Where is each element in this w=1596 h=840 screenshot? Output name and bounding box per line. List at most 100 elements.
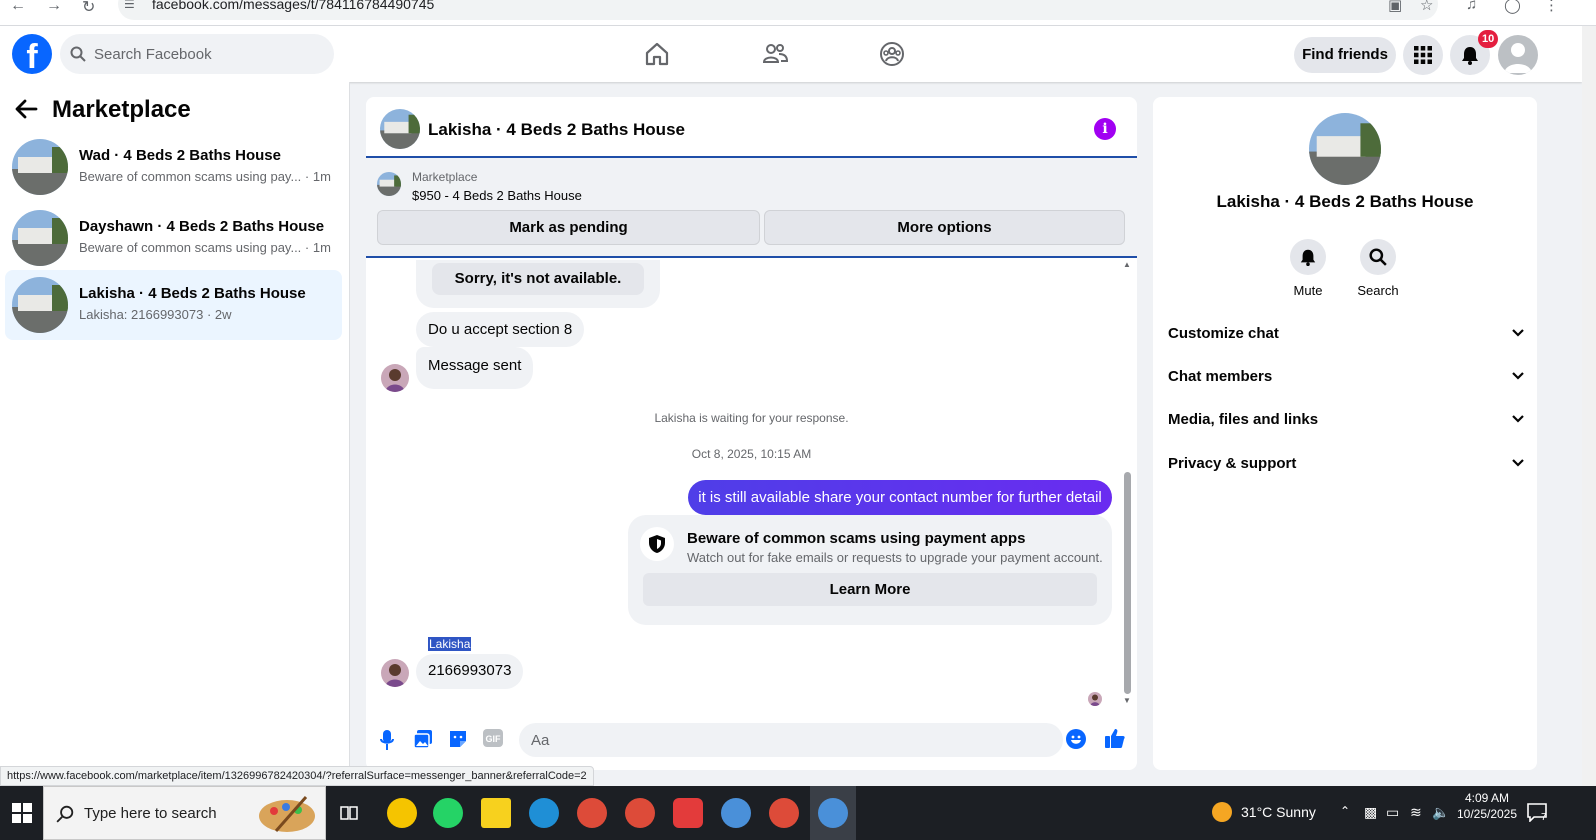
facebook-header: f Find friends 10 — [0, 26, 1582, 82]
customize-chat-row[interactable]: Customize chat — [1168, 315, 1524, 355]
shield-icon — [640, 527, 674, 561]
marketplace-sidebar: Marketplace Wad · 4 Beds 2 Baths House B… — [0, 82, 350, 786]
facebook-search[interactable] — [60, 34, 334, 74]
windows-start-icon[interactable] — [12, 803, 32, 823]
media-files-links-row[interactable]: Media, files and links — [1168, 401, 1524, 441]
thumbs-up-icon[interactable] — [1104, 727, 1126, 749]
forward-arrow-icon[interactable]: → — [46, 0, 62, 15]
chat-header: Lakisha · 4 Beds 2 Baths House i — [366, 97, 1137, 158]
media-icon[interactable]: ♫ — [1466, 0, 1477, 13]
scam-warning-card: Beware of common scams using payment app… — [628, 515, 1112, 625]
taskbar-app-whatsapp[interactable] — [433, 798, 463, 828]
incoming-message: Do u accept section 8 — [416, 312, 585, 347]
back-arrow-icon[interactable] — [14, 98, 38, 120]
sender-avatar[interactable] — [381, 659, 409, 687]
emoji-icon[interactable] — [1066, 729, 1086, 749]
message-list: Sorry, it's not available. Do u accept s… — [366, 260, 1137, 710]
taskbar-app-snapchat[interactable] — [387, 798, 417, 828]
scrollbar-thumb[interactable] — [1124, 472, 1131, 694]
device-icon[interactable]: ▩ — [1364, 804, 1377, 821]
home-icon[interactable] — [643, 40, 671, 68]
conversation-avatar[interactable] — [1309, 113, 1381, 185]
weather-sun-icon[interactable] — [1212, 802, 1232, 822]
chevron-down-icon — [1512, 459, 1524, 467]
battery-icon[interactable]: ▭ — [1386, 804, 1399, 821]
quoted-reply-text: Sorry, it's not available. — [432, 263, 644, 295]
conversation-info-panel: Lakisha · 4 Beds 2 Baths House Mute Sear… — [1153, 97, 1537, 770]
learn-more-button[interactable]: Learn More — [643, 573, 1097, 606]
scroll-up-arrow-icon[interactable]: ▲ — [1123, 260, 1131, 269]
profile-icon[interactable]: ◯ — [1504, 0, 1521, 14]
taskbar-app-chrome[interactable] — [577, 798, 607, 828]
taskbar-app-anydesk[interactable] — [673, 798, 703, 828]
menu-button[interactable] — [1403, 35, 1443, 75]
back-arrow-icon[interactable]: ← — [10, 0, 26, 15]
user-silhouette-icon — [1504, 43, 1532, 73]
bookmark-star-icon[interactable]: ☆ — [1420, 0, 1433, 14]
chat-title[interactable]: Lakisha · 4 Beds 2 Baths House — [428, 120, 685, 140]
menu-dots-icon[interactable]: ⋮ — [1544, 0, 1559, 14]
weather-text[interactable]: 31°C Sunny — [1241, 804, 1316, 820]
friends-icon[interactable] — [761, 40, 789, 68]
wifi-icon[interactable]: ≋ — [1410, 804, 1422, 821]
taskbar-app-chrome-active[interactable] — [818, 798, 848, 828]
chat-panel: Lakisha · 4 Beds 2 Baths House i Marketp… — [366, 97, 1137, 770]
reload-icon[interactable]: ↻ — [82, 0, 95, 17]
system-clock[interactable]: 4:09 AM 10/25/2025 — [1444, 790, 1530, 822]
chat-members-row[interactable]: Chat members — [1168, 358, 1524, 398]
taskbar-app-sticky-notes[interactable] — [481, 798, 511, 828]
sender-avatar[interactable] — [381, 364, 409, 392]
conversation-preview: Beware of common scams using pay... · 1m — [79, 240, 331, 255]
taskbar-app-chrome-profile[interactable] — [769, 798, 799, 828]
search-label: Search — [1357, 283, 1399, 298]
waiting-notice: Lakisha is waiting for your response. — [654, 411, 849, 425]
conversation-item-active[interactable]: Lakisha · 4 Beds 2 Baths House Lakisha: … — [5, 270, 342, 340]
taskbar-app-chrome[interactable] — [625, 798, 655, 828]
taskbar-search[interactable]: Type here to search — [43, 786, 326, 840]
chat-scrollbar[interactable]: ▲ ▼ — [1123, 260, 1133, 710]
search-in-conversation-button[interactable]: Search — [1348, 239, 1408, 298]
taskbar-app-edge[interactable] — [529, 798, 559, 828]
site-settings-icon[interactable]: ☰ — [124, 0, 135, 11]
chat-thumbnail[interactable] — [380, 109, 420, 149]
gif-icon[interactable]: GIF — [483, 729, 503, 747]
outgoing-message: it is still available share your contact… — [688, 480, 1112, 515]
photo-icon[interactable] — [413, 729, 433, 749]
sidebar-title: Marketplace — [52, 96, 191, 123]
conversation-name: Lakisha · 4 Beds 2 Baths House — [79, 285, 306, 302]
chevron-down-icon — [1512, 329, 1524, 337]
sticker-icon[interactable] — [448, 729, 468, 749]
more-options-button[interactable]: More options — [764, 210, 1125, 245]
scroll-down-arrow-icon[interactable]: ▼ — [1123, 696, 1131, 705]
conversation-name: Wad · 4 Beds 2 Baths House — [79, 147, 281, 164]
search-input[interactable] — [94, 34, 324, 74]
mute-button[interactable]: Mute — [1278, 239, 1338, 298]
install-icon[interactable]: ▣ — [1388, 0, 1402, 14]
url-text[interactable]: facebook.com/messages/t/784116784490745 — [152, 0, 434, 12]
groups-icon[interactable] — [878, 40, 906, 68]
conversation-name: Dayshawn · 4 Beds 2 Baths House — [79, 218, 325, 235]
conversation-item[interactable]: Dayshawn · 4 Beds 2 Baths House Beware o… — [5, 203, 342, 273]
message-input[interactable] — [519, 723, 1063, 757]
task-view-icon[interactable] — [340, 804, 358, 822]
mark-as-pending-button[interactable]: Mark as pending — [377, 210, 760, 245]
show-hidden-icons-icon[interactable]: ⌃ — [1340, 804, 1350, 818]
taskbar-app-chrome-profile[interactable] — [721, 798, 751, 828]
find-friends-button[interactable]: Find friends — [1294, 37, 1396, 73]
sender-name: Lakisha — [428, 637, 472, 651]
grid-menu-icon — [1414, 46, 1432, 64]
svg-text:GIF: GIF — [486, 734, 502, 744]
account-avatar[interactable] — [1498, 35, 1538, 75]
bell-icon — [1300, 249, 1316, 266]
search-icon — [1369, 248, 1387, 266]
info-icon[interactable]: i — [1094, 118, 1116, 140]
page-scrollbar[interactable] — [1582, 26, 1596, 786]
mute-label: Mute — [1293, 283, 1323, 298]
listing-title[interactable]: $950 - 4 Beds 2 Baths House — [412, 188, 582, 203]
listing-thumbnail[interactable] — [377, 172, 401, 196]
facebook-logo-icon[interactable]: f — [12, 34, 52, 74]
microphone-icon[interactable] — [380, 729, 394, 751]
privacy-support-row[interactable]: Privacy & support — [1168, 445, 1524, 485]
notification-center-count: 7 — [1541, 812, 1547, 823]
conversation-item[interactable]: Wad · 4 Beds 2 Baths House Beware of com… — [5, 132, 342, 202]
